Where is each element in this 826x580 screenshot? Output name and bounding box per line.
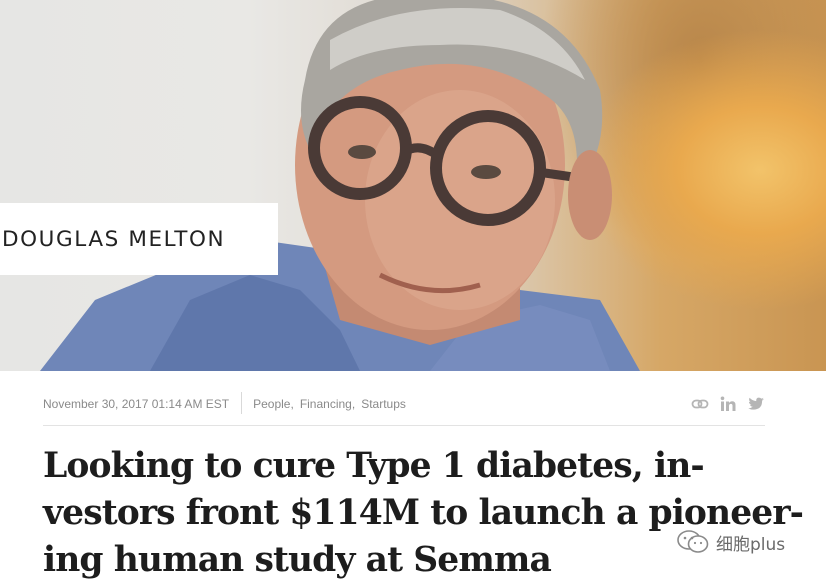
linkedin-icon[interactable]: [719, 395, 737, 413]
headline-line-1: Looking to cure Type 1 diabetes, in-: [43, 446, 705, 486]
watermark-text: 细胞plus: [716, 534, 786, 555]
name-label-box: DOUGLAS MELTON: [0, 203, 278, 275]
hero-image-area: DOUGLAS MELTON: [0, 0, 826, 371]
person-name-label: DOUGLAS MELTON: [2, 226, 226, 252]
headline-line-3: ing human study at Semma: [43, 540, 552, 580]
wechat-watermark: 细胞plus: [676, 528, 785, 556]
tag-list: People, Financing, Startups: [242, 392, 412, 411]
tag-startups[interactable]: Startups: [361, 397, 406, 411]
article-meta-bar: November 30, 2017 01:14 AM EST People, F…: [43, 392, 765, 426]
tag-people[interactable]: People,: [253, 397, 294, 411]
twitter-icon[interactable]: [747, 395, 765, 413]
portrait-photo: [40, 0, 640, 371]
publish-date: November 30, 2017 01:14 AM EST: [43, 392, 243, 414]
article-headline: Looking to cure Type 1 diabetes, in- ves…: [43, 443, 804, 580]
tag-financing[interactable]: Financing,: [300, 397, 355, 411]
wechat-icon: [677, 530, 709, 553]
headline-line-2: vestors front $114M to launch a pioneer-: [43, 493, 804, 533]
link-icon[interactable]: [691, 395, 709, 413]
share-buttons: [691, 392, 765, 413]
